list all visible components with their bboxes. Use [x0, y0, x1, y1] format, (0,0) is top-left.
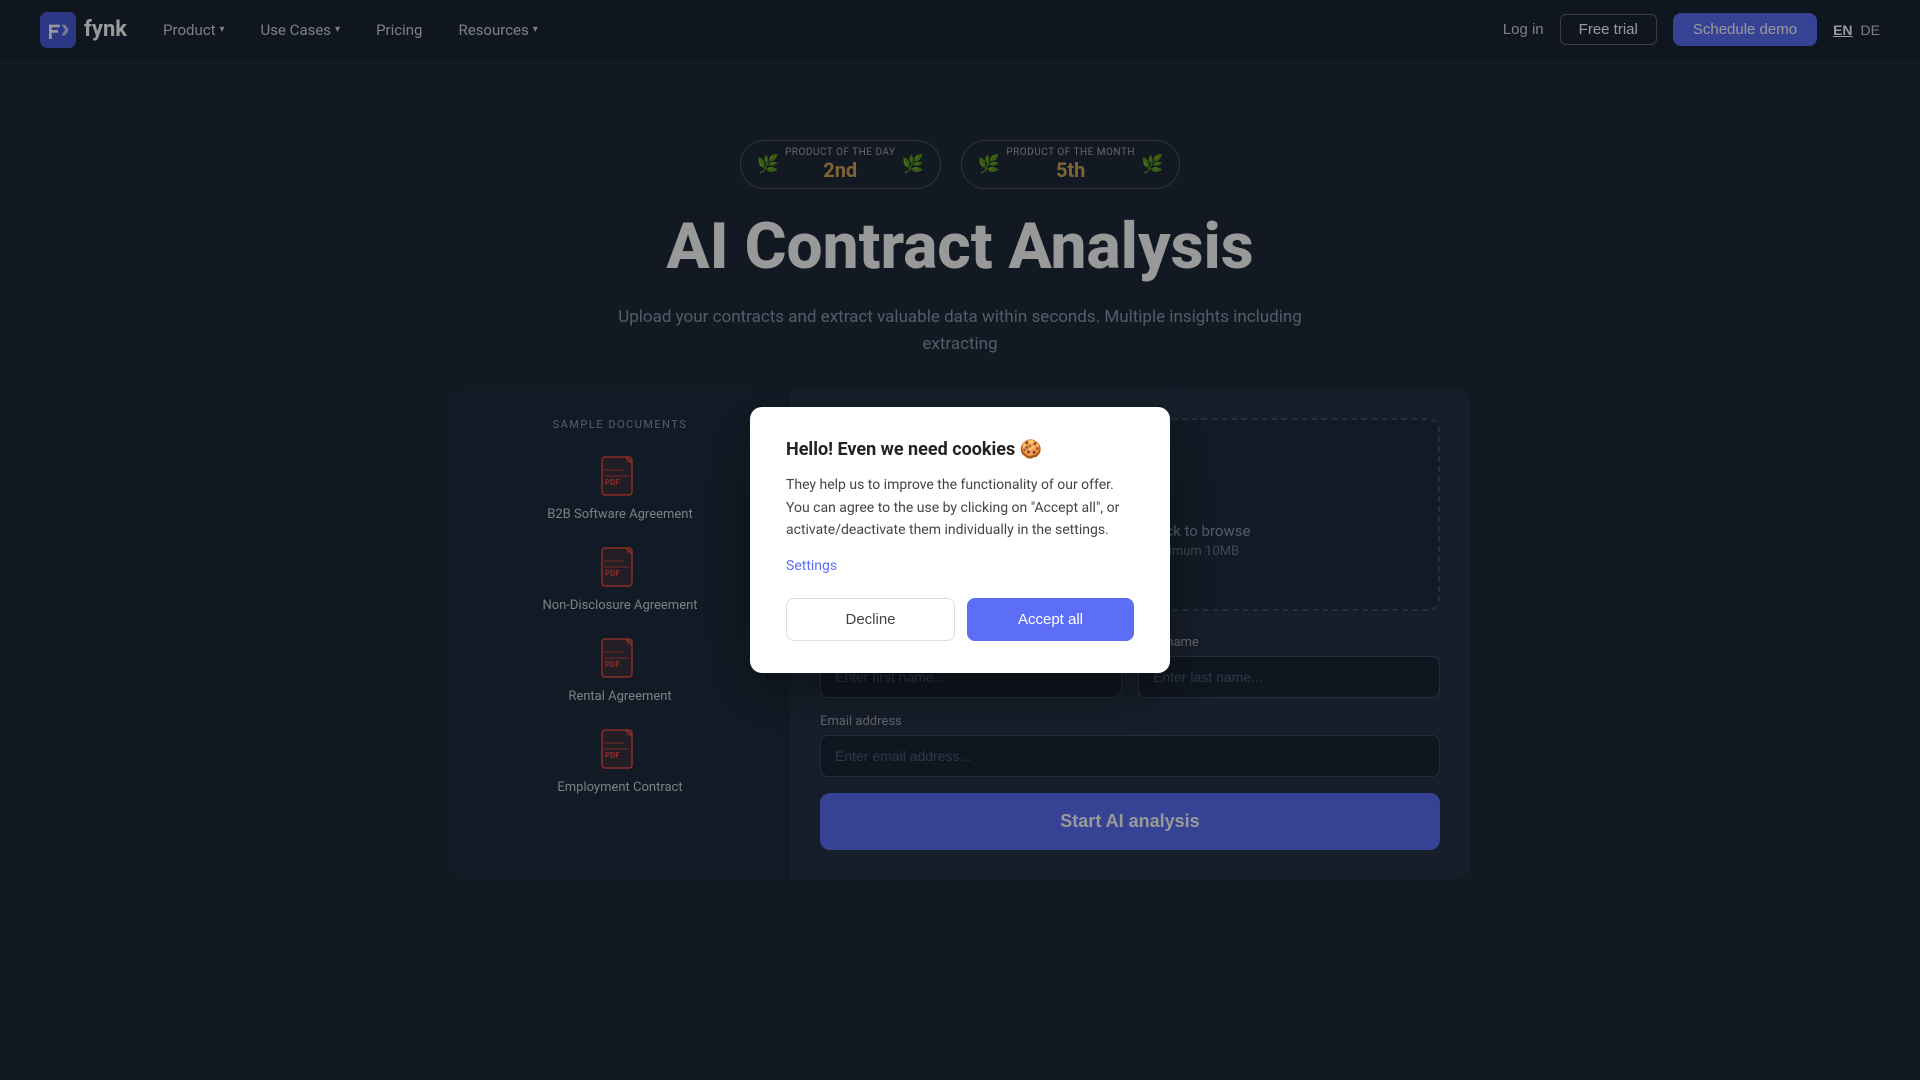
cookie-body: They help us to improve the functionalit… — [786, 474, 1134, 541]
cookie-title: Hello! Even we need cookies 🍪 — [786, 439, 1134, 460]
decline-button[interactable]: Decline — [786, 598, 955, 641]
cookie-modal: Hello! Even we need cookies 🍪 They help … — [750, 407, 1170, 672]
cookie-settings-link[interactable]: Settings — [786, 558, 1134, 574]
cookie-overlay: Hello! Even we need cookies 🍪 They help … — [0, 0, 1920, 1080]
cookie-buttons: Decline Accept all — [786, 598, 1134, 641]
accept-all-button[interactable]: Accept all — [967, 598, 1134, 641]
